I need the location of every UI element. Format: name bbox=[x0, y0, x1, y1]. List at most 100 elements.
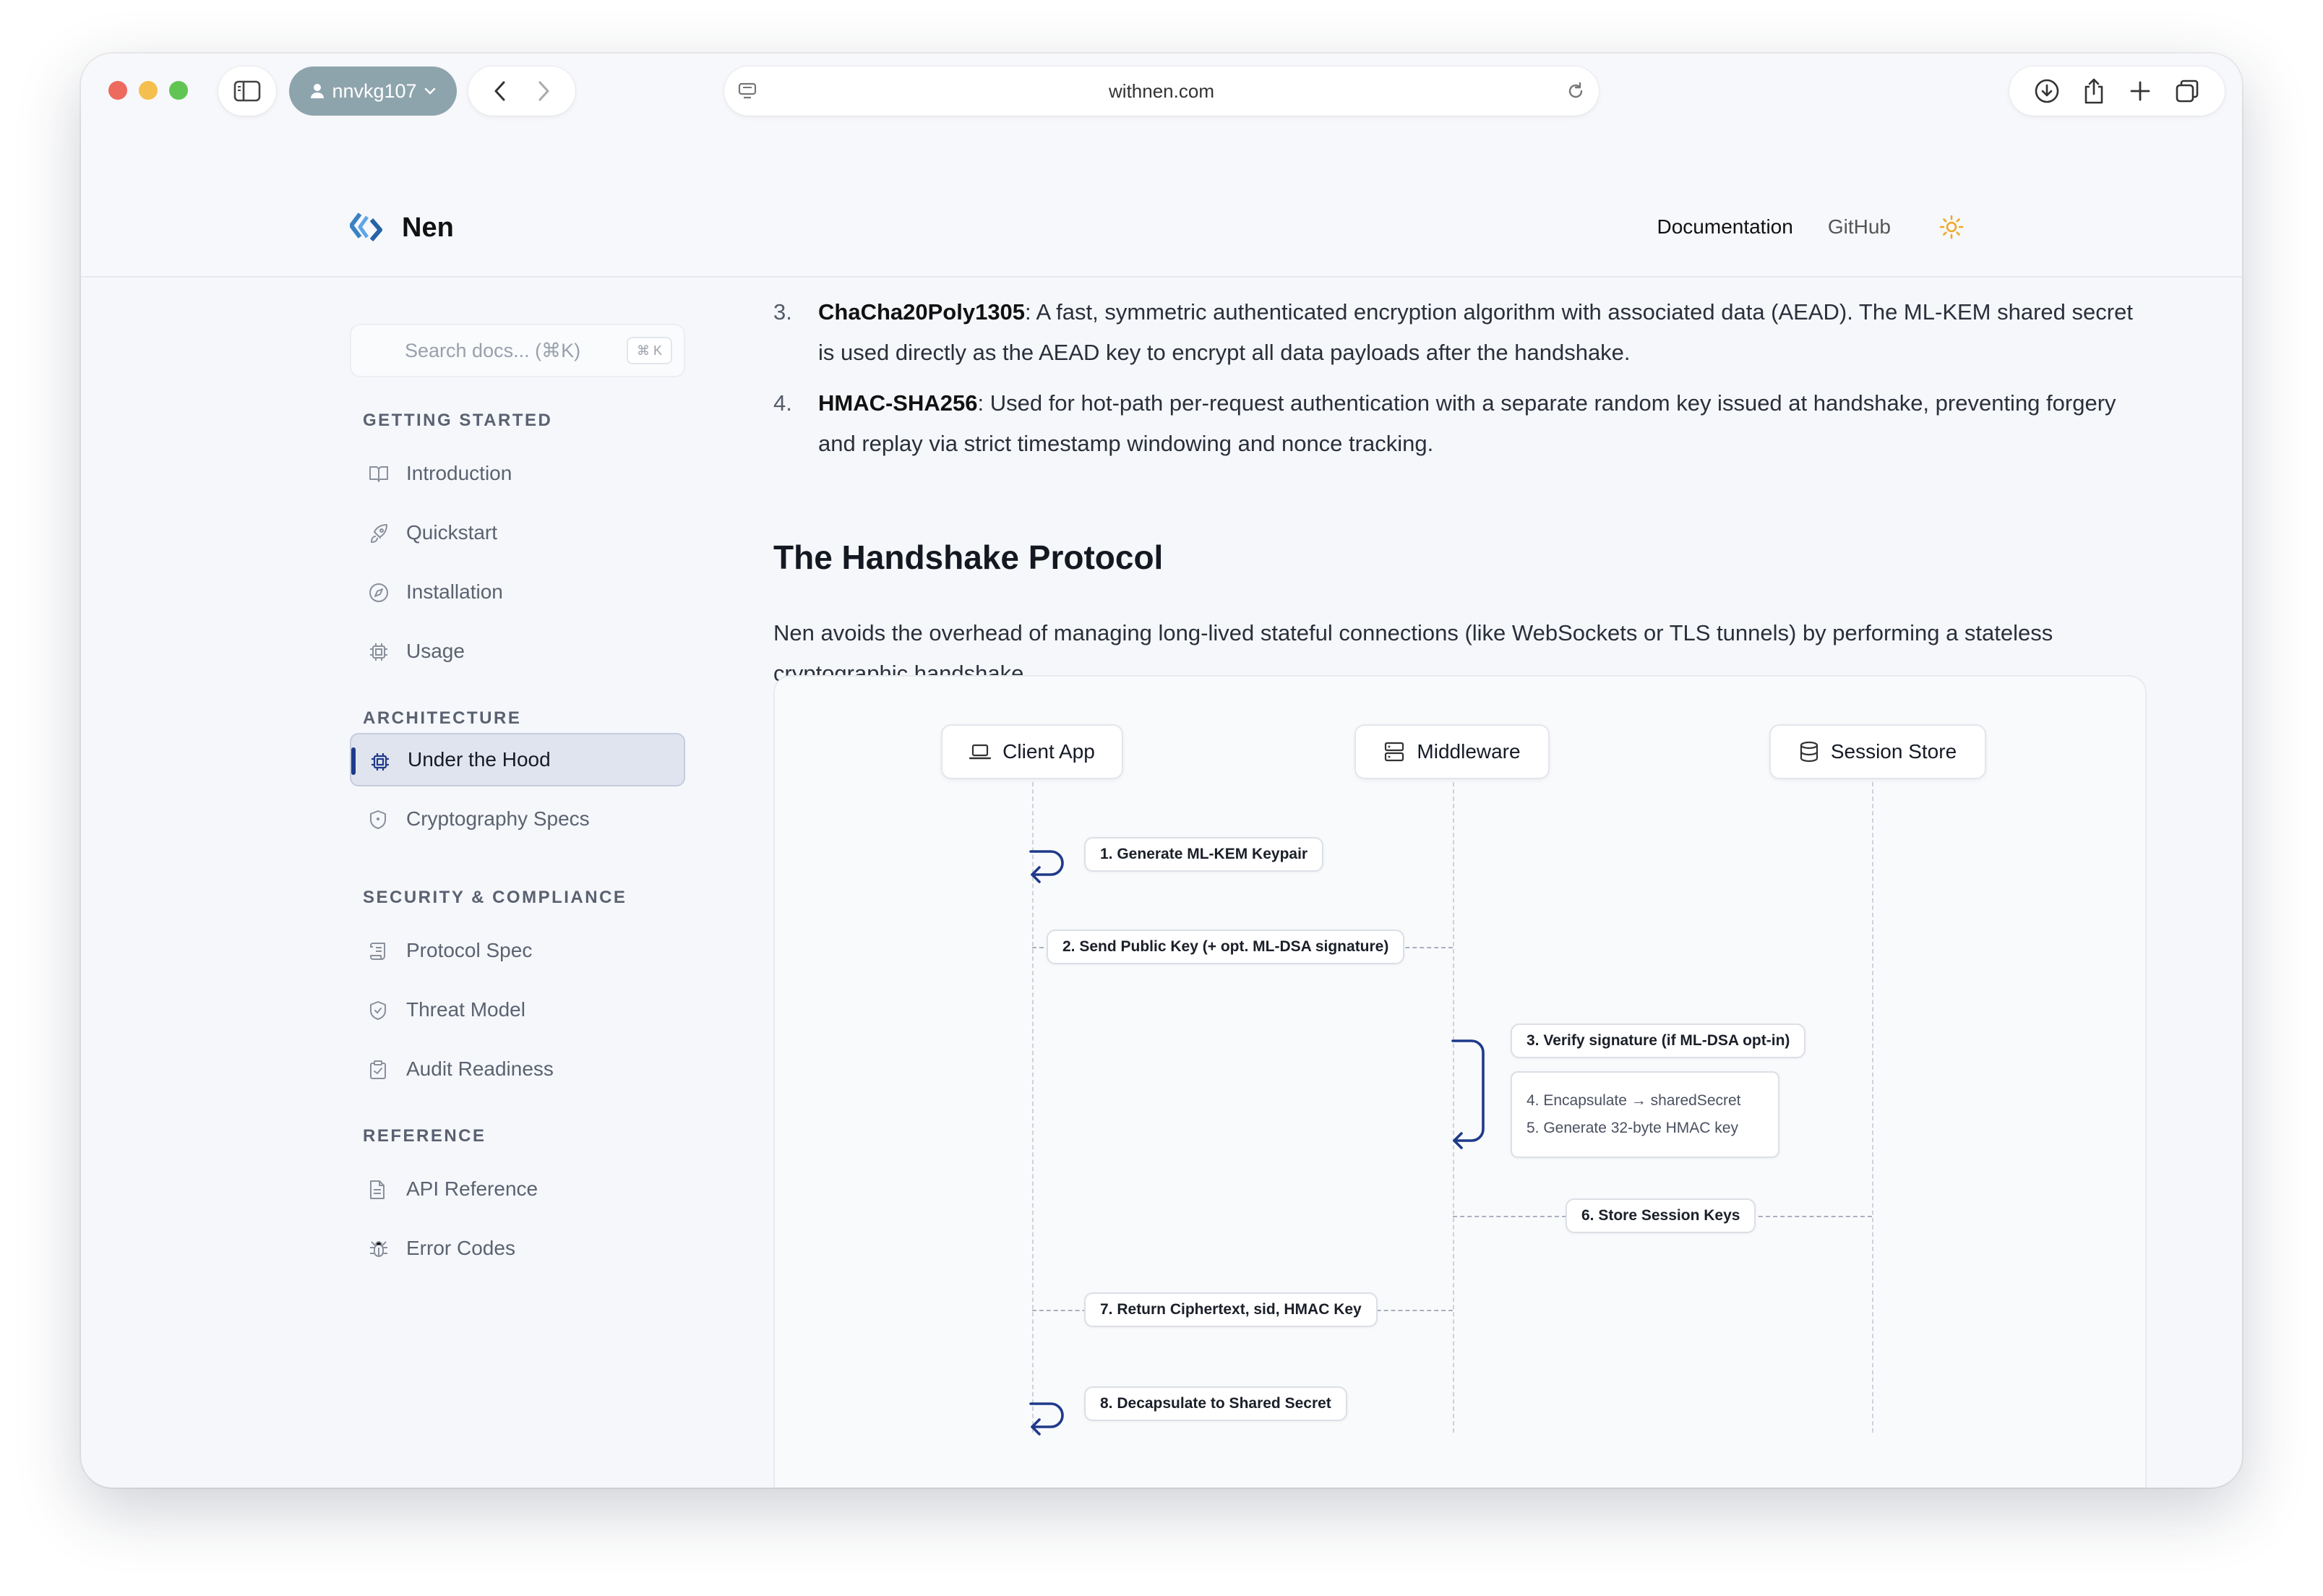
self-loop-arrow bbox=[1029, 1402, 1064, 1436]
shield-check-icon bbox=[370, 1001, 386, 1020]
store-lifeline bbox=[1872, 782, 1873, 1433]
actor-label: Session Store bbox=[1830, 740, 1957, 763]
sidebar-item-api-reference[interactable]: API Reference bbox=[350, 1162, 685, 1216]
download-icon[interactable] bbox=[2034, 78, 2060, 104]
sidebar-item-introduction[interactable]: Introduction bbox=[350, 447, 685, 500]
sidebar-item-under-the-hood[interactable]: Under the Hood bbox=[350, 733, 685, 786]
nav-github[interactable]: GitHub bbox=[1828, 215, 1891, 239]
sidebar-item-label: Threat Model bbox=[406, 998, 525, 1021]
list-text: : Used for hot-path per-request authenti… bbox=[818, 390, 2116, 456]
site-logo[interactable]: Nen bbox=[350, 210, 454, 246]
sun-icon[interactable] bbox=[1938, 214, 1965, 240]
step-2-label: 2. Send Public Key (+ opt. ML-DSA signat… bbox=[1047, 930, 1405, 964]
book-icon bbox=[369, 466, 388, 482]
sidebar-item-quickstart[interactable]: Quickstart bbox=[350, 506, 685, 559]
browser-toolbar: nnvkg107 withnen.com bbox=[81, 53, 2242, 133]
sidebar-item-label: Under the Hood bbox=[408, 748, 551, 771]
search-shortcut-badge: ⌘ K bbox=[626, 337, 672, 364]
handshake-sequence-diagram: Client App Middleware Session Store 1. G… bbox=[773, 675, 2147, 1488]
person-icon bbox=[311, 84, 325, 98]
actor-middleware: Middleware bbox=[1354, 724, 1550, 779]
database-icon bbox=[1800, 741, 1818, 763]
share-icon[interactable] bbox=[2082, 77, 2105, 105]
sidebar-item-usage[interactable]: Usage bbox=[350, 625, 685, 678]
profile-name: nnvkg107 bbox=[332, 80, 417, 102]
rocket-icon bbox=[371, 524, 387, 543]
browser-actions bbox=[2009, 66, 2225, 116]
cpu-icon bbox=[370, 643, 387, 661]
sidebar-item-label: Installation bbox=[406, 580, 503, 603]
sidebar-item-label: Introduction bbox=[406, 462, 512, 484]
section-title-getting-started: GETTING STARTED bbox=[363, 411, 553, 430]
step-1-label: 1. Generate ML-KEM Keypair bbox=[1084, 837, 1324, 872]
step-3-label: 3. Verify signature (if ML-DSA opt-in) bbox=[1511, 1024, 1806, 1058]
sidebar-item-installation[interactable]: Installation bbox=[350, 565, 685, 619]
step-8-label: 8. Decapsulate to Shared Secret bbox=[1084, 1386, 1347, 1421]
actor-label: Middleware bbox=[1417, 740, 1521, 763]
laptop-icon bbox=[969, 744, 992, 760]
sidebar-toggle-button[interactable] bbox=[218, 66, 276, 116]
actor-label: Client App bbox=[1002, 740, 1095, 763]
url-text: withnen.com bbox=[1109, 80, 1214, 102]
section-heading: The Handshake Protocol bbox=[773, 539, 1164, 576]
file-text-icon bbox=[370, 1180, 385, 1199]
list-term: ChaCha20Poly1305 bbox=[818, 299, 1026, 325]
actor-client-app: Client App bbox=[941, 724, 1123, 779]
self-loop-arrow bbox=[1451, 1039, 1485, 1149]
server-icon bbox=[1385, 742, 1404, 762]
search-placeholder: Search docs... (⌘K) bbox=[405, 339, 581, 361]
minimize-window-button[interactable] bbox=[139, 81, 158, 100]
actor-session-store: Session Store bbox=[1769, 724, 1986, 779]
search-docs-input[interactable]: Search docs... (⌘K) ⌘ K bbox=[350, 324, 685, 377]
nav-documentation[interactable]: Documentation bbox=[1657, 215, 1793, 239]
list-term: HMAC-SHA256 bbox=[818, 390, 978, 416]
forward-icon[interactable] bbox=[536, 80, 551, 102]
sidebar-item-label: Protocol Spec bbox=[406, 939, 533, 961]
nen-logo-icon bbox=[350, 213, 382, 241]
reload-icon[interactable] bbox=[1566, 81, 1586, 101]
self-loop-arrow bbox=[1029, 850, 1064, 883]
zoom-window-button[interactable] bbox=[169, 81, 188, 100]
sidebar-item-label: Error Codes bbox=[406, 1237, 515, 1259]
sidebar-item-error-codes[interactable]: Error Codes bbox=[350, 1222, 685, 1275]
sidebar-item-protocol-spec[interactable]: Protocol Spec bbox=[350, 924, 685, 977]
address-bar[interactable]: withnen.com bbox=[724, 66, 1599, 116]
sidebar-item-audit-readiness[interactable]: Audit Readiness bbox=[350, 1042, 685, 1096]
step-5-label: 5. Generate 32-byte HMAC key bbox=[1527, 1120, 1738, 1136]
shield-icon bbox=[370, 810, 386, 829]
new-tab-icon[interactable] bbox=[2129, 80, 2152, 103]
profile-button[interactable]: nnvkg107 bbox=[289, 66, 457, 116]
list-number: 4. bbox=[773, 390, 792, 416]
compass-icon bbox=[369, 583, 388, 602]
cpu-icon bbox=[372, 753, 389, 771]
sidebar-item-label: Usage bbox=[406, 640, 465, 662]
step-6-label: 6. Store Session Keys bbox=[1566, 1198, 1756, 1233]
sidebar-item-label: Audit Readiness bbox=[406, 1057, 554, 1080]
site-header: Nen Documentation GitHub bbox=[81, 133, 2242, 278]
section-title-architecture: ARCHITECTURE bbox=[363, 708, 522, 728]
back-icon[interactable] bbox=[493, 80, 507, 102]
list-number: 3. bbox=[773, 299, 792, 325]
steps-4-5-note: 4. Encapsulate → sharedSecret 5. Generat… bbox=[1511, 1071, 1779, 1158]
section-title-reference: REFERENCE bbox=[363, 1126, 486, 1146]
chevron-down-icon bbox=[424, 87, 435, 95]
sidebar-icon bbox=[233, 80, 261, 102]
section-title-security-compliance: SECURITY & COMPLIANCE bbox=[363, 888, 627, 907]
clipboard-check-icon bbox=[370, 1060, 386, 1079]
step-4-label: 4. Encapsulate → sharedSecret bbox=[1527, 1092, 1741, 1109]
sidebar-item-threat-model[interactable]: Threat Model bbox=[350, 983, 685, 1037]
sidebar-item-label: Cryptography Specs bbox=[406, 807, 590, 830]
sidebar-item-label: Quickstart bbox=[406, 521, 498, 544]
step-7-label: 7. Return Ciphertext, sid, HMAC Key bbox=[1084, 1292, 1378, 1327]
sidebar-item-label: API Reference bbox=[406, 1177, 538, 1200]
tab-overview-icon[interactable] bbox=[2174, 78, 2200, 104]
site-settings-icon[interactable] bbox=[737, 81, 757, 101]
brand-name: Nen bbox=[402, 212, 454, 243]
browser-window: nnvkg107 withnen.com Nen Documentation G… bbox=[81, 53, 2242, 1488]
close-window-button[interactable] bbox=[108, 81, 127, 100]
scroll-icon bbox=[370, 943, 385, 960]
bug-icon bbox=[370, 1241, 387, 1257]
history-nav bbox=[468, 66, 575, 116]
header-nav: Documentation GitHub bbox=[1657, 214, 1965, 240]
sidebar-item-cryptography-specs[interactable]: Cryptography Specs bbox=[350, 792, 685, 846]
